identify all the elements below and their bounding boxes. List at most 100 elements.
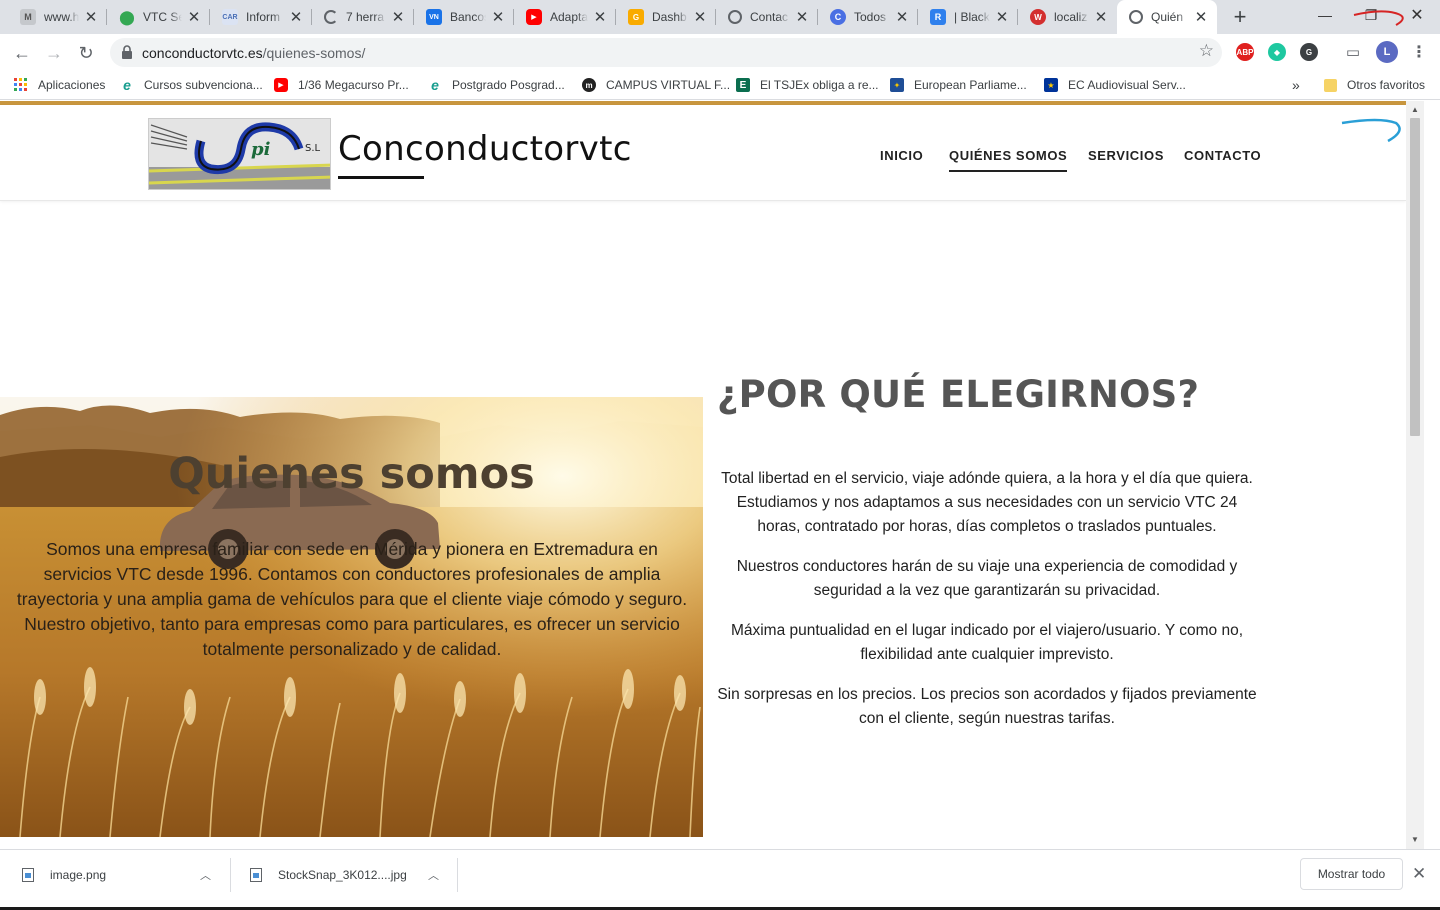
url-text: conconductorvtc.es/quienes-somos/ bbox=[142, 45, 366, 61]
close-tab-icon[interactable]: ✕ bbox=[1193, 9, 1209, 26]
youtube-icon: ▶ bbox=[274, 78, 288, 92]
close-tab-icon[interactable]: ✕ bbox=[794, 9, 810, 26]
adblock-plus-icon[interactable]: ABP bbox=[1236, 43, 1254, 61]
folder-icon bbox=[1324, 78, 1337, 92]
close-tab-icon[interactable]: ✕ bbox=[390, 9, 406, 26]
bookmark-star-icon[interactable]: ☆ bbox=[1199, 41, 1214, 61]
forward-arrow-icon[interactable]: → bbox=[40, 39, 68, 67]
download-bar: image.png ︿ StockSnap_3K012....jpg ︿ Mos… bbox=[0, 849, 1440, 910]
close-tab-icon[interactable]: ✕ bbox=[288, 9, 304, 26]
close-tab-icon[interactable]: ✕ bbox=[592, 9, 608, 26]
bookmark-item[interactable]: m CAMPUS VIRTUAL F... bbox=[582, 76, 730, 94]
nav-servicios[interactable]: SERVICIOS bbox=[1088, 148, 1164, 163]
close-tab-icon[interactable]: ✕ bbox=[83, 9, 99, 26]
reload-icon[interactable]: ↻ bbox=[72, 39, 100, 67]
r-icon: R bbox=[930, 9, 946, 25]
site-header: pi S.L Conconductorvtc INICIO QUIÉNES SO… bbox=[0, 105, 1406, 201]
tab-11-active[interactable]: Quién ✕ bbox=[1117, 0, 1217, 34]
bookmarks-overflow-chevron[interactable]: » bbox=[1292, 76, 1300, 94]
why-paragraph-3: Máxima puntualidad en el lugar indicado … bbox=[730, 622, 1244, 663]
hero-section: Quienes somos Somos una empresa familiar… bbox=[0, 397, 703, 837]
red-annotation-arc bbox=[1353, 10, 1404, 26]
nav-inicio[interactable]: INICIO bbox=[880, 148, 923, 163]
eu-parliament-icon: ✦ bbox=[890, 78, 904, 92]
browser-toolbar: ← → ↻ conconductorvtc.es/quienes-somos/ … bbox=[0, 34, 1440, 71]
svg-text:pi: pi bbox=[251, 139, 271, 160]
globe-icon bbox=[1129, 10, 1143, 24]
company-logo[interactable]: pi S.L bbox=[148, 118, 331, 190]
why-paragraph-4: Sin sorpresas en los precios. Los precio… bbox=[717, 686, 1257, 727]
tab-0[interactable]: M www.h ✕ bbox=[8, 0, 107, 34]
site-name-underline bbox=[338, 176, 424, 179]
chevron-up-icon[interactable]: ︿ bbox=[200, 867, 211, 883]
download-item[interactable]: image.png ︿ bbox=[22, 850, 222, 900]
tab-2[interactable]: CAR Inform ✕ bbox=[210, 0, 312, 34]
image-file-icon bbox=[250, 868, 262, 882]
cast-icon[interactable]: ▭ bbox=[1344, 43, 1362, 61]
show-all-downloads-button[interactable]: Mostrar todo bbox=[1300, 858, 1403, 890]
nav-quienes-somos[interactable]: QUIÉNES SOMOS bbox=[949, 148, 1068, 172]
nav-contacto[interactable]: CONTACTO bbox=[1184, 148, 1261, 163]
hero-description: Somos una empresa familiar con sede en M… bbox=[16, 539, 688, 659]
profile-avatar[interactable]: L bbox=[1376, 41, 1398, 63]
tab-1[interactable]: ⬤ VTC Se ✕ bbox=[107, 0, 210, 34]
page-viewport: pi S.L Conconductorvtc INICIO QUIÉNES SO… bbox=[0, 101, 1424, 849]
close-download-bar-icon[interactable]: ✕ bbox=[1412, 864, 1426, 884]
new-tab-button[interactable]: + bbox=[1228, 4, 1252, 29]
scrollbar-thumb[interactable] bbox=[1410, 118, 1420, 436]
bookmark-item[interactable]: ▶ 1/36 Megacurso Pr... bbox=[274, 76, 409, 94]
lock-icon bbox=[122, 45, 132, 59]
close-tab-icon[interactable]: ✕ bbox=[994, 9, 1010, 26]
bookmark-apps[interactable]: Aplicaciones bbox=[14, 76, 105, 94]
address-bar[interactable]: conconductorvtc.es/quienes-somos/ ☆ bbox=[110, 38, 1222, 67]
close-tab-icon[interactable]: ✕ bbox=[1093, 9, 1109, 26]
bookmark-item[interactable]: ✦ European Parliame... bbox=[890, 76, 1027, 94]
bookmark-item[interactable]: ★ EC Audiovisual Serv... bbox=[1044, 76, 1186, 94]
minimize-button[interactable]: — bbox=[1302, 0, 1348, 30]
e-box-icon: E bbox=[736, 78, 750, 92]
bookmark-item[interactable]: E El TSJEx obliga a re... bbox=[736, 76, 879, 94]
download-item[interactable]: StockSnap_3K012....jpg ︿ bbox=[250, 850, 450, 900]
shield-extension-icon[interactable]: ◆ bbox=[1268, 43, 1286, 61]
tab-10[interactable]: W localiz ✕ bbox=[1018, 0, 1117, 34]
close-tab-icon[interactable]: ✕ bbox=[894, 9, 910, 26]
blue-annotation-arc bbox=[1341, 118, 1401, 143]
grammar-extension-icon[interactable]: G bbox=[1300, 43, 1318, 61]
tab-5[interactable]: ▶ Adapta ✕ bbox=[514, 0, 616, 34]
e-icon: e bbox=[123, 77, 131, 93]
chevron-up-icon[interactable]: ︿ bbox=[428, 867, 439, 883]
youtube-icon: ▶ bbox=[526, 9, 542, 25]
hero-title: Quienes somos bbox=[168, 449, 535, 499]
bookmark-item[interactable]: e Postgrado Posgrad... bbox=[428, 76, 565, 94]
globe-icon bbox=[728, 10, 742, 24]
why-choose-us-title: ¿POR QUÉ ELEGIRNOS? bbox=[717, 373, 1200, 416]
dashboard-icon: G bbox=[628, 9, 644, 25]
close-tab-icon[interactable]: ✕ bbox=[186, 9, 202, 26]
apps-grid-icon bbox=[14, 78, 28, 92]
m-icon: m bbox=[582, 78, 596, 92]
tab-6[interactable]: G Dashb ✕ bbox=[616, 0, 716, 34]
tab-9[interactable]: R | Black ✕ bbox=[918, 0, 1018, 34]
vn-icon: VN bbox=[426, 9, 442, 25]
back-arrow-icon[interactable]: ← bbox=[8, 39, 36, 67]
bookmarks-bar: Aplicaciones e Cursos subvenciona... ▶ 1… bbox=[0, 71, 1440, 100]
loading-spinner-icon bbox=[324, 10, 338, 24]
site-name[interactable]: Conconductorvtc bbox=[338, 129, 632, 169]
close-tab-icon[interactable]: ✕ bbox=[692, 9, 708, 26]
bookmark-item[interactable]: e Cursos subvenciona... bbox=[120, 76, 263, 94]
gmail-icon: M bbox=[20, 9, 36, 25]
close-tab-icon[interactable]: ✕ bbox=[490, 9, 506, 26]
maps-pin-icon: ⬤ bbox=[119, 8, 135, 25]
image-file-icon bbox=[22, 868, 34, 882]
gir-car-icon: CAR bbox=[222, 9, 238, 25]
tab-7[interactable]: Contac ✕ bbox=[716, 0, 818, 34]
other-bookmarks-folder[interactable]: Otros favoritos bbox=[1324, 76, 1425, 94]
w-icon: W bbox=[1030, 9, 1046, 25]
why-paragraph-2: Nuestros conductores harán de su viaje u… bbox=[736, 558, 1238, 599]
tab-4[interactable]: VN Bancos ✕ bbox=[414, 0, 514, 34]
tab-3[interactable]: 7 herra ✕ bbox=[312, 0, 414, 34]
tab-8[interactable]: C Todos ✕ bbox=[818, 0, 918, 34]
why-paragraph-1: Total libertad en el servicio, viaje adó… bbox=[721, 470, 1253, 535]
c-icon: C bbox=[830, 9, 846, 25]
kebab-menu-icon[interactable]: ⋮ bbox=[1410, 43, 1428, 61]
